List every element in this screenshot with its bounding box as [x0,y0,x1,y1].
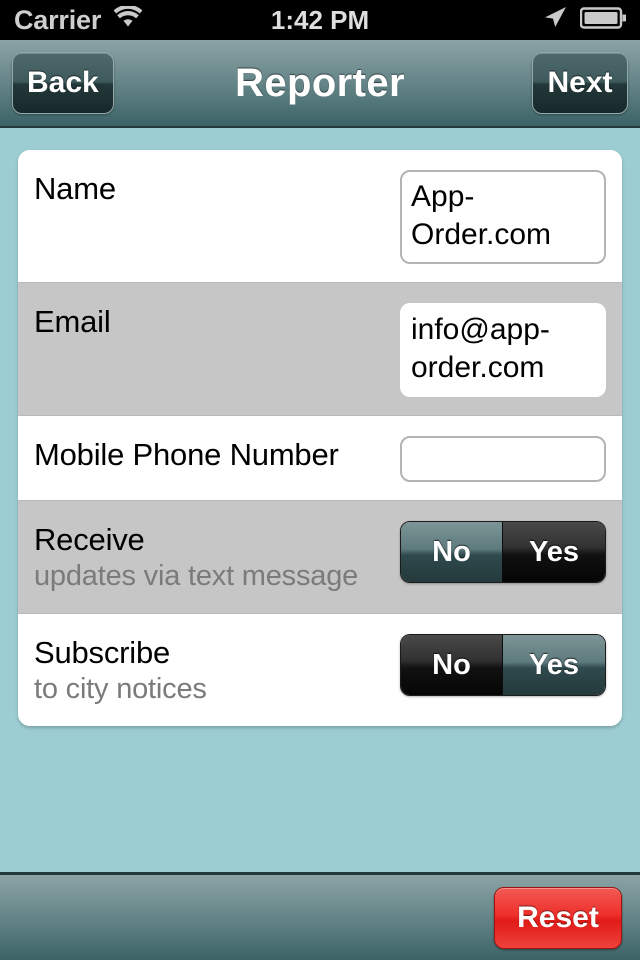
row-label-group: Mobile Phone Number [34,436,400,473]
row-label-group: Receive updates via text message [34,521,400,595]
carrier-label: Carrier [14,4,102,35]
location-arrow-icon [542,5,568,36]
segment-option[interactable]: No [401,635,503,695]
row-label: Receive [34,522,145,557]
row-control: No Yes [400,634,606,696]
row-label: Email [34,304,111,339]
row-label-group: Name [34,170,400,207]
row-control: App-Order.com [400,170,606,264]
form-row: Receive updates via text message No Yes [18,501,622,614]
text-input[interactable]: App-Order.com [400,170,606,264]
row-label: Name [34,171,116,206]
row-label-group: Email [34,303,400,340]
status-bar-right [542,5,627,36]
row-label-group: Subscribe to city notices [34,634,400,708]
segmented-toggle[interactable]: No Yes [400,634,606,696]
segment-option[interactable]: Yes [503,635,605,695]
segment-option[interactable]: Yes [503,522,605,582]
row-control: info@app-order.com [400,303,606,397]
text-input[interactable]: info@app-order.com [400,303,606,397]
row-control [400,436,606,482]
row-control: No Yes [400,521,606,583]
wifi-icon [113,4,143,35]
segment-option[interactable]: No [401,522,503,582]
row-sublabel: updates via text message [34,560,359,592]
form-row: Name App-Order.com [18,150,622,283]
row-sublabel: to city notices [34,673,207,705]
back-button[interactable]: Back [12,52,114,114]
status-bar: Carrier 1:42 PM [0,0,640,40]
reset-button[interactable]: Reset [494,886,622,949]
battery-icon [579,6,627,35]
form-row: Mobile Phone Number [18,416,622,501]
form-row: Email info@app-order.com [18,283,622,416]
navigation-bar: Back Reporter Next [0,40,640,128]
row-label: Subscribe [34,635,171,670]
reporter-form-card: Name App-Order.com Email info@app-order.com… [18,150,622,726]
next-button[interactable]: Next [532,52,628,114]
row-label: Mobile Phone Number [34,437,339,472]
segmented-toggle[interactable]: No Yes [400,521,606,583]
bottom-toolbar: Reset [0,872,640,960]
text-input[interactable] [400,436,606,482]
form-row: Subscribe to city notices No Yes [18,614,622,726]
status-bar-left: Carrier [14,4,143,36]
